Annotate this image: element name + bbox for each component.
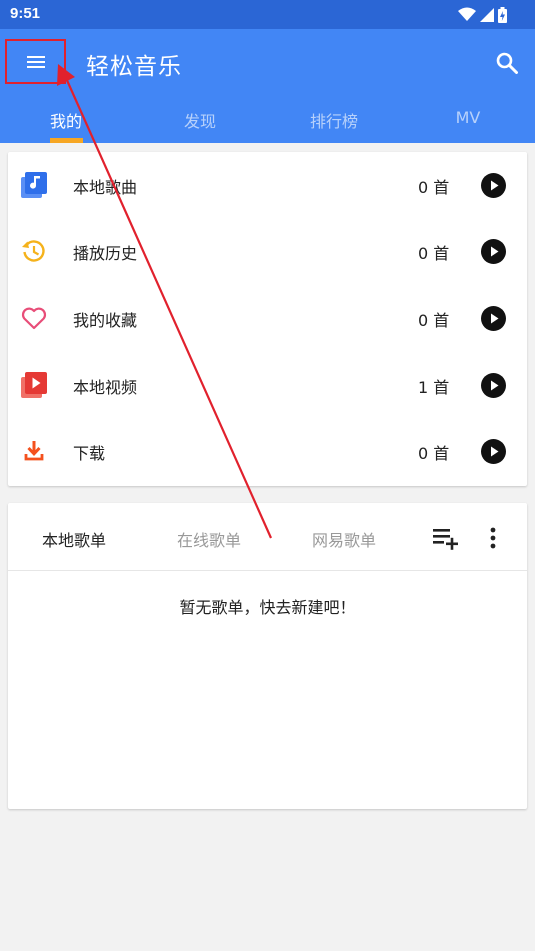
library-item-history[interactable]: 播放历史 0 首 [8, 218, 527, 284]
playlist-card: 本地歌单 在线歌单 网易歌单 暂无歌单，快去新建吧！ [8, 503, 527, 809]
play-icon[interactable] [481, 239, 506, 264]
playlist-tab-netease[interactable]: 网易歌单 [312, 527, 376, 551]
app-bar: 轻松音乐 我的 发现 排行榜 MV [0, 29, 535, 143]
library-item-local-videos[interactable]: 本地视频 1 首 [8, 352, 527, 418]
search-icon [496, 52, 518, 74]
download-icon [24, 441, 44, 461]
history-icon [22, 240, 45, 262]
library-item-label: 下载 [73, 444, 106, 463]
battery-charging-icon [498, 6, 507, 23]
tab-indicator [50, 138, 83, 143]
local-video-icon [21, 372, 47, 398]
playlist-add-icon[interactable] [432, 525, 460, 551]
library-item-downloads[interactable]: 下载 0 首 [8, 418, 527, 484]
playlist-empty-message: 暂无歌单，快去新建吧！ [179, 598, 356, 617]
library-item-count: 0 首 [418, 311, 450, 330]
play-icon[interactable] [481, 306, 506, 331]
cell-signal-icon [480, 7, 494, 22]
library-item-label: 本地视频 [73, 378, 138, 397]
wifi-icon [458, 7, 476, 21]
divider [8, 570, 527, 571]
status-bar: 9:51 [0, 0, 535, 29]
more-vert-icon[interactable] [484, 525, 502, 551]
library-item-label: 本地歌曲 [73, 178, 138, 197]
library-card: 本地歌曲 0 首 播放历史 0 首 我的收藏 0 首 本地视频 1 首 下载 0… [8, 152, 527, 486]
library-item-label: 我的收藏 [73, 311, 138, 330]
library-item-favorites[interactable]: 我的收藏 0 首 [8, 285, 527, 351]
playlist-tab-local[interactable]: 本地歌单 [42, 527, 106, 551]
library-item-count: 1 首 [418, 378, 450, 397]
menu-button[interactable] [5, 39, 66, 84]
local-music-icon [21, 172, 47, 198]
status-time: 9:51 [10, 5, 41, 22]
tab-charts[interactable]: 排行榜 [300, 108, 368, 143]
menu-icon [26, 55, 45, 68]
play-icon[interactable] [481, 373, 506, 398]
library-item-local-songs[interactable]: 本地歌曲 0 首 [8, 152, 527, 218]
playlist-tab-online[interactable]: 在线歌单 [177, 527, 241, 551]
play-icon[interactable] [481, 439, 506, 464]
play-icon[interactable] [481, 173, 506, 198]
library-item-label: 播放历史 [73, 244, 138, 263]
tab-discover[interactable]: 发现 [167, 108, 233, 143]
system-icons [458, 5, 507, 24]
library-item-count: 0 首 [418, 178, 450, 197]
app-title: 轻松音乐 [86, 54, 182, 80]
library-item-count: 0 首 [418, 244, 450, 263]
tab-mv[interactable]: MV [434, 108, 502, 143]
search-button[interactable] [490, 46, 524, 80]
library-item-count: 0 首 [418, 444, 450, 463]
heart-icon [21, 307, 47, 330]
